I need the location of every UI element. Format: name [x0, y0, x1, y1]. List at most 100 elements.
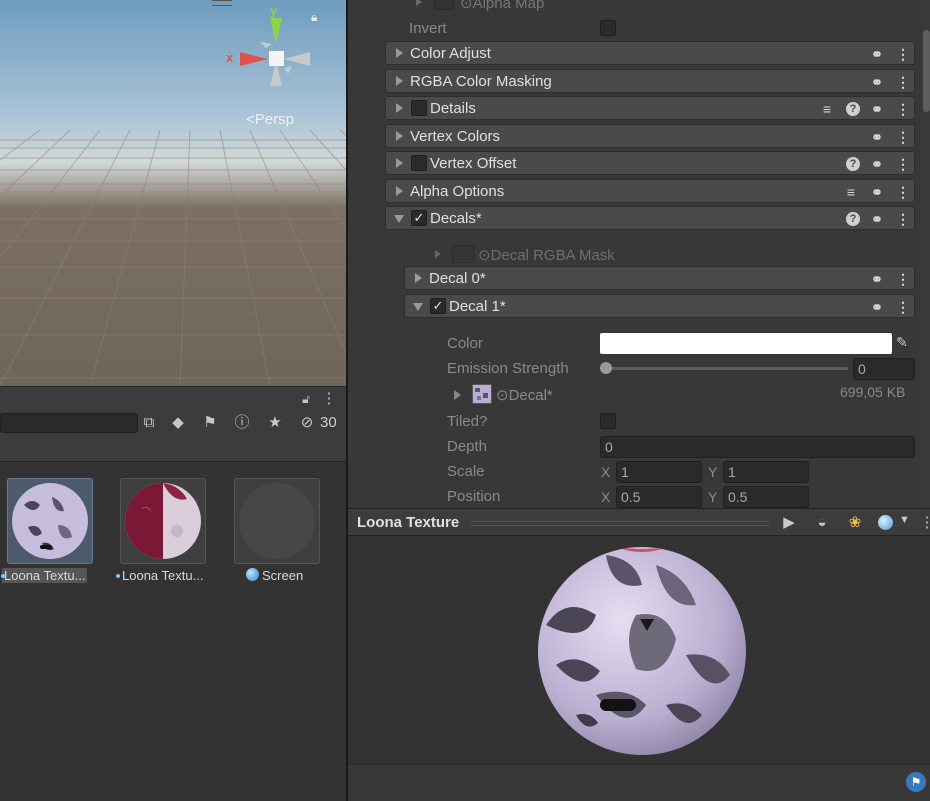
section-decals[interactable]: ✓ Decals* ? ⚭ ⋮: [385, 206, 915, 230]
more-options-icon[interactable]: ⋮: [894, 210, 912, 228]
link-icon[interactable]: ⚭: [868, 183, 886, 201]
link-icon[interactable]: ⚭: [868, 73, 886, 91]
emission-slider-handle[interactable]: [600, 362, 612, 374]
section-details[interactable]: Details ≡ ? ⚭ ⋮: [385, 96, 915, 120]
warning-icon[interactable]: ⓘ: [231, 412, 253, 434]
material-dot-icon: [116, 574, 120, 578]
section-label: Decal 1*: [449, 298, 506, 315]
search-by-type-icon[interactable]: ⧉: [138, 412, 160, 434]
alpha-map-expand-icon[interactable]: [416, 0, 422, 6]
scale-y-field[interactable]: 1: [723, 461, 809, 483]
more-options-icon[interactable]: ⋮: [894, 183, 912, 201]
decals-checkbox[interactable]: ✓: [411, 210, 427, 226]
more-options-icon[interactable]: ⋮: [894, 73, 912, 91]
more-options-icon[interactable]: ⋮: [894, 128, 912, 146]
vertex-offset-checkbox[interactable]: [411, 155, 427, 171]
asset-label-tag-icon[interactable]: ⚑: [906, 772, 926, 792]
preview-sphere: [538, 547, 746, 755]
chevron-down-icon[interactable]: ▼: [899, 514, 910, 526]
search-input[interactable]: [0, 413, 138, 433]
link-icon[interactable]: ⚭: [868, 45, 886, 63]
favorites-star-icon[interactable]: ★: [264, 412, 286, 434]
scene-menu-icon[interactable]: [212, 0, 232, 6]
more-options-icon[interactable]: ⋮: [894, 45, 912, 63]
material-preview[interactable]: [348, 536, 930, 764]
section-vertex-offset[interactable]: Vertex Offset ? ⚭ ⋮: [385, 151, 915, 175]
position-y-field[interactable]: 0.5: [723, 486, 809, 508]
inspector-scrollbar-thumb[interactable]: [923, 30, 930, 112]
asset-label[interactable]: Screen: [262, 568, 303, 583]
asset-label[interactable]: Loona Textu...: [122, 568, 203, 583]
decal-1-checkbox[interactable]: ✓: [430, 298, 446, 314]
section-label: Decal 0*: [429, 270, 486, 287]
expand-icon: [396, 186, 403, 196]
preview-drag-handle[interactable]: [470, 521, 770, 526]
decal-mask-texture-slot[interactable]: [452, 245, 474, 263]
decal-rgba-mask-text: Decal RGBA Mask: [490, 247, 615, 264]
asset-thumb[interactable]: [120, 478, 206, 564]
section-label: Vertex Colors: [410, 128, 501, 145]
position-x-field[interactable]: 0.5: [616, 486, 702, 508]
link-icon[interactable]: ⚭: [868, 155, 886, 173]
color-swatch[interactable]: [600, 333, 892, 354]
asset-thumb[interactable]: [7, 478, 93, 564]
invert-checkbox[interactable]: [600, 20, 616, 36]
section-alpha-options[interactable]: Alpha Options ≡ ⚭ ⋮: [385, 179, 915, 203]
more-options-icon[interactable]: ⋮: [894, 270, 912, 288]
more-options-icon[interactable]: ⋮: [894, 100, 912, 118]
more-options-icon[interactable]: ⋮: [894, 155, 912, 173]
label-tag-icon[interactable]: ⚑: [199, 412, 221, 434]
inspector-panel: ⊙Alpha Map Invert Color Adjust ⚭ ⋮ RGBA …: [348, 0, 930, 508]
preview-lights-icon[interactable]: ❀: [844, 512, 866, 534]
section-label: Details: [430, 100, 476, 117]
persp-label[interactable]: <Persp: [246, 111, 294, 128]
decal-mask-expand-icon[interactable]: [435, 250, 441, 258]
sliders-icon[interactable]: ≡: [818, 100, 836, 118]
help-icon[interactable]: ?: [846, 157, 860, 171]
expand-icon: [396, 48, 403, 58]
section-color-adjust[interactable]: Color Adjust ⚭ ⋮: [385, 41, 915, 65]
play-icon[interactable]: ▶: [778, 512, 800, 534]
preview-shape-icon[interactable]: [878, 515, 893, 530]
help-icon[interactable]: ?: [846, 212, 860, 226]
alpha-map-texture-slot[interactable]: [434, 0, 454, 10]
sliders-icon[interactable]: ≡: [842, 183, 860, 201]
more-options-icon[interactable]: ⋮: [894, 298, 912, 316]
section-decal-1[interactable]: ✓ Decal 1* ⚭ ⋮: [404, 294, 915, 318]
expand-icon: [415, 273, 422, 283]
link-icon[interactable]: ⚭: [868, 270, 886, 288]
filter-type-icon[interactable]: ◆: [167, 412, 189, 434]
section-vertex-colors[interactable]: Vertex Colors ⚭ ⋮: [385, 124, 915, 148]
more-options-icon[interactable]: ⋮: [916, 512, 930, 534]
preview-mesh-icon[interactable]: ◒: [811, 512, 833, 534]
section-decal-0[interactable]: Decal 0* ⚭ ⋮: [404, 266, 915, 290]
scene-view[interactable]: y x 🔒︎ <Persp: [0, 0, 346, 386]
alpha-map-label: ⊙Alpha Map: [460, 0, 544, 12]
link-icon[interactable]: ⚭: [868, 100, 886, 118]
asset-label[interactable]: Loona Textu...: [2, 568, 88, 583]
lock-icon[interactable]: 🔒︎: [311, 10, 317, 25]
eyedropper-icon[interactable]: ✎: [896, 334, 908, 351]
section-rgba-color-masking[interactable]: RGBA Color Masking ⚭ ⋮: [385, 69, 915, 93]
decal-texture-expand-icon[interactable]: [454, 390, 461, 400]
help-icon[interactable]: ?: [846, 102, 860, 116]
lock-icon[interactable]: 🔓︎: [295, 388, 317, 410]
preview-title: Loona Texture: [357, 514, 460, 531]
emission-slider-track[interactable]: [606, 367, 848, 370]
hidden-eye-icon[interactable]: ⊘: [296, 412, 318, 434]
project-toolbar: 🔓︎ ⋮: [0, 386, 346, 410]
scale-x-field[interactable]: 1: [616, 461, 702, 483]
asset-thumb[interactable]: [234, 478, 320, 564]
scale-y-label: Y: [708, 464, 718, 480]
more-options-icon[interactable]: ⋮: [318, 388, 340, 410]
link-icon[interactable]: ⚭: [868, 128, 886, 146]
decal-texture-thumbnail[interactable]: [472, 384, 492, 404]
link-icon[interactable]: ⚭: [868, 298, 886, 316]
emission-strength-field[interactable]: 0: [853, 358, 915, 380]
material-sphere-icon: [12, 483, 88, 559]
tiled-checkbox[interactable]: [600, 413, 616, 429]
details-checkbox[interactable]: [411, 100, 427, 116]
link-icon[interactable]: ⚭: [868, 210, 886, 228]
depth-field[interactable]: 0: [600, 436, 915, 458]
shader-icon: [246, 568, 259, 581]
